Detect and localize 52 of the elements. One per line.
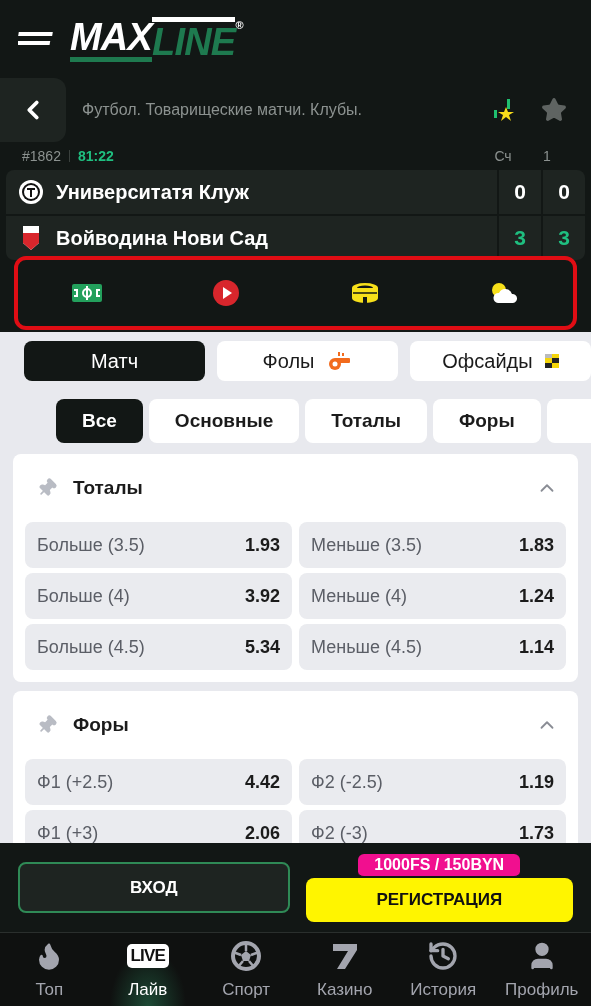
soccer-ball-icon	[230, 939, 263, 972]
odds-button[interactable]: Больше (4) 3.92	[25, 573, 292, 619]
nav-item[interactable]: История	[394, 933, 493, 1006]
market-title: Форы	[73, 712, 130, 737]
odds-button[interactable]: Ф1 (+2.5) 4.42	[25, 759, 292, 805]
team-score: 0	[541, 170, 585, 214]
market-tab[interactable]: Офсайды	[410, 341, 591, 381]
favorite-star-icon[interactable]	[541, 97, 567, 123]
stadium-icon[interactable]	[350, 282, 379, 304]
odds-button[interactable]: Ф2 (-2.5) 1.19	[299, 759, 566, 805]
match-number: #1862	[22, 146, 61, 166]
filter-chip[interactable]: Все	[56, 399, 143, 443]
pitch-icon[interactable]	[72, 284, 103, 302]
nav-item[interactable]: Спорт	[197, 933, 296, 1006]
nav-item[interactable]: Топ	[0, 933, 99, 1006]
history-icon	[427, 939, 460, 972]
odds-button[interactable]: Меньше (4) 1.24	[299, 573, 566, 619]
market-title: Тоталы	[73, 475, 144, 500]
score-column-header: 1	[542, 146, 552, 166]
score-column-header: Сч	[493, 146, 513, 166]
weather-icon[interactable]	[489, 282, 518, 304]
filter-chip[interactable]: Форы	[432, 399, 541, 443]
team-score: 3	[497, 216, 541, 260]
odds-button[interactable]: Ф2 (-3) 1.73	[299, 810, 566, 843]
nav-item[interactable]: Профиль	[492, 933, 591, 1006]
filter-chip[interactable]: Тоталы	[305, 399, 427, 443]
menu-icon[interactable]	[18, 31, 54, 47]
whistle-icon	[326, 351, 353, 371]
login-button[interactable]: ВХОД	[18, 862, 290, 913]
odds-button[interactable]: Больше (4.5) 5.34	[25, 624, 292, 670]
live-icon: LIVE	[126, 943, 169, 968]
nav-item[interactable]: Казино	[295, 933, 394, 1006]
market-tab[interactable]: Фолы	[217, 341, 398, 381]
bonus-badge: 1000FS / 150BYN	[358, 853, 521, 878]
logo: MAXLINE®	[70, 16, 243, 62]
club-crest-icon	[18, 179, 44, 205]
market-tab[interactable]: Матч	[24, 341, 205, 381]
odds-button[interactable]: Больше (3.5) 1.93	[25, 522, 292, 568]
team-score: 3	[541, 216, 585, 260]
play-icon[interactable]	[212, 279, 241, 307]
register-button[interactable]: РЕГИСТРАЦИЯ	[305, 877, 573, 922]
odds-button[interactable]: Меньше (4.5) 1.14	[299, 624, 566, 670]
filter-chip[interactable]: Основные	[148, 399, 300, 443]
team-name: Университатя Клуж	[56, 180, 250, 205]
odds-button[interactable]: Ф1 (+3) 2.06	[25, 810, 292, 843]
team-score: 0	[497, 170, 541, 214]
match-title: Футбол. Товарищеские матчи. Клубы.	[82, 100, 364, 120]
checkered-flag-icon	[544, 354, 559, 368]
back-button[interactable]	[0, 78, 66, 142]
odds-button[interactable]: Меньше (3.5) 1.83	[299, 522, 566, 568]
team-name: Войводина Нови Сад	[56, 226, 269, 251]
match-time: 81:22	[77, 146, 114, 166]
